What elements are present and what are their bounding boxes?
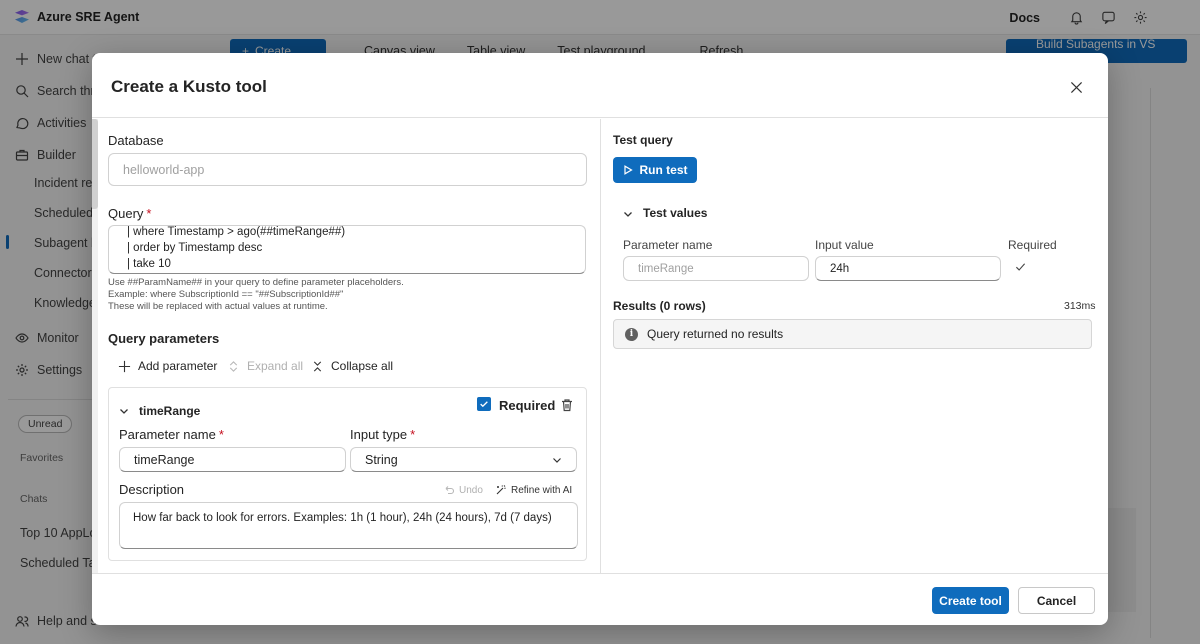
input-type-select[interactable]: String: [350, 447, 577, 472]
add-parameter-label: Add parameter: [138, 359, 218, 373]
checkmark-icon: [1015, 263, 1026, 271]
query-label-text: Query: [108, 206, 144, 221]
add-parameter-button[interactable]: Add parameter: [118, 359, 217, 373]
play-icon: [623, 165, 633, 175]
expand-all-button[interactable]: Expand all: [227, 359, 303, 373]
query-editor[interactable]: | where Timestamp > ago(##timeRange##) |…: [108, 225, 586, 274]
dialog-header: Create a Kusto tool: [92, 53, 1108, 118]
col-input-value: Input value: [815, 238, 874, 252]
col-required: Required: [1008, 238, 1057, 252]
collapse-all-button[interactable]: Collapse all: [311, 359, 393, 373]
create-tool-button[interactable]: Create tool: [932, 587, 1009, 614]
query-line: | take 10: [127, 258, 171, 270]
trash-icon[interactable]: [560, 398, 574, 412]
collapse-all-label: Collapse all: [331, 359, 394, 373]
test-input-value-field[interactable]: 24h: [815, 256, 1001, 281]
dialog-footer: Create tool Cancel: [92, 573, 1108, 625]
parameter-name-label: Parameter name *: [119, 427, 224, 442]
hint-line: These will be replaced with actual value…: [108, 301, 328, 312]
plus-icon: [118, 360, 131, 372]
expand-all-label: Expand all: [247, 359, 304, 373]
scrollbar[interactable]: [92, 119, 98, 573]
query-duration: 313ms: [1064, 300, 1096, 312]
checkmark-icon: [480, 401, 488, 408]
info-icon: i: [625, 327, 638, 341]
required-checkbox[interactable]: [477, 397, 491, 411]
create-kusto-tool-dialog: Create a Kusto tool Database helloworld-…: [92, 53, 1108, 625]
hint-line: Use ##ParamName## in your query to defin…: [108, 277, 404, 288]
query-parameters-heading: Query parameters: [108, 331, 220, 346]
chevron-down-icon[interactable]: [623, 209, 633, 219]
parameter-name-input[interactable]: timeRange: [119, 447, 346, 472]
results-heading: Results (0 rows): [613, 299, 706, 313]
test-query-heading: Test query: [613, 133, 673, 147]
no-results-text: Query returned no results: [647, 327, 784, 341]
left-pane: Database helloworld-app Query * | where T…: [92, 119, 600, 573]
query-line: | where Timestamp > ago(##timeRange##): [127, 226, 346, 238]
dialog-title: Create a Kusto tool: [111, 77, 267, 96]
database-input[interactable]: helloworld-app: [108, 153, 587, 186]
close-icon[interactable]: [1066, 77, 1086, 97]
required-mark: *: [410, 427, 416, 442]
input-type-label-text: Input type: [350, 427, 408, 442]
query-line: | order by Timestamp desc: [127, 242, 263, 254]
run-test-label: Run test: [639, 163, 688, 177]
scrollbar-thumb[interactable]: [92, 119, 98, 209]
input-type-value: String: [365, 452, 398, 467]
query-hint: Use ##ParamName## in your query to defin…: [108, 277, 404, 313]
undo-label: Undo: [459, 484, 483, 496]
refine-with-ai-button[interactable]: Refine with AI: [495, 484, 572, 496]
hint-line: Example: where SubscriptionId == "##Subs…: [108, 289, 344, 300]
collapse-icon: [313, 360, 322, 372]
parameter-title[interactable]: timeRange: [139, 404, 200, 418]
description-textarea[interactable]: How far back to look for errors. Example…: [119, 502, 578, 549]
chevron-down-icon: [553, 457, 561, 463]
required-mark: *: [218, 427, 224, 442]
cancel-button[interactable]: Cancel: [1018, 587, 1095, 614]
required-mark: *: [146, 206, 152, 221]
test-param-name-field: timeRange: [623, 256, 809, 281]
parameter-card: timeRange Required Parameter name * timeR…: [108, 387, 587, 561]
database-label: Database: [108, 133, 164, 148]
required-label: Required: [499, 398, 556, 413]
run-test-button[interactable]: Run test: [613, 157, 697, 183]
chevron-down-icon[interactable]: [119, 406, 129, 416]
parameter-name-label-text: Parameter name: [119, 427, 216, 442]
description-label: Description: [119, 482, 185, 497]
magic-wand-icon: [496, 485, 506, 495]
query-label: Query *: [108, 206, 151, 221]
refine-label: Refine with AI: [511, 484, 573, 496]
undo-icon: [445, 486, 455, 495]
undo-button[interactable]: Undo: [443, 484, 483, 496]
col-parameter-name: Parameter name: [623, 238, 713, 252]
no-results-message: i Query returned no results: [613, 319, 1092, 349]
expand-icon: [229, 360, 238, 372]
input-type-label: Input type *: [350, 427, 415, 442]
test-values-toggle[interactable]: Test values: [643, 206, 707, 220]
pane-divider: [600, 119, 601, 573]
